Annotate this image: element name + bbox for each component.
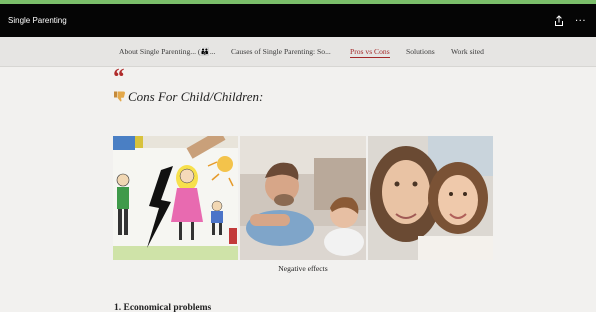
gallery-caption: Negative effects [278,264,328,273]
nav-item-pros-vs-cons[interactable]: Pros vs Cons [350,47,390,58]
heading-text: Cons For Child/Children: [128,89,264,104]
share-icon[interactable] [553,15,565,27]
site-title[interactable]: Single Parenting [8,16,67,25]
image-gallery [113,136,493,260]
nav-item-about[interactable]: About Single Parenting... (👪... [119,47,216,56]
thumbs-down-icon [114,91,125,102]
mother-and-daughter-image[interactable] [368,136,493,260]
child-drawing-image[interactable] [113,136,238,260]
nav-item-work-sited[interactable]: Work sited [451,47,484,56]
section-title-cons: Cons For Child/Children: [114,89,263,105]
nav-item-solutions[interactable]: Solutions [406,47,435,56]
title-bar: Single Parenting ··· [0,4,596,37]
site-navigation: About Single Parenting... (👪... Causes o… [0,37,596,67]
nav-item-causes[interactable]: Causes of Single Parenting: So... [231,47,331,56]
more-options-icon[interactable]: ··· [575,16,586,27]
quote-mark: “ [112,65,124,91]
father-and-child-image[interactable] [240,136,366,260]
subheading-economical-problems: 1. Economical problems [114,303,212,312]
